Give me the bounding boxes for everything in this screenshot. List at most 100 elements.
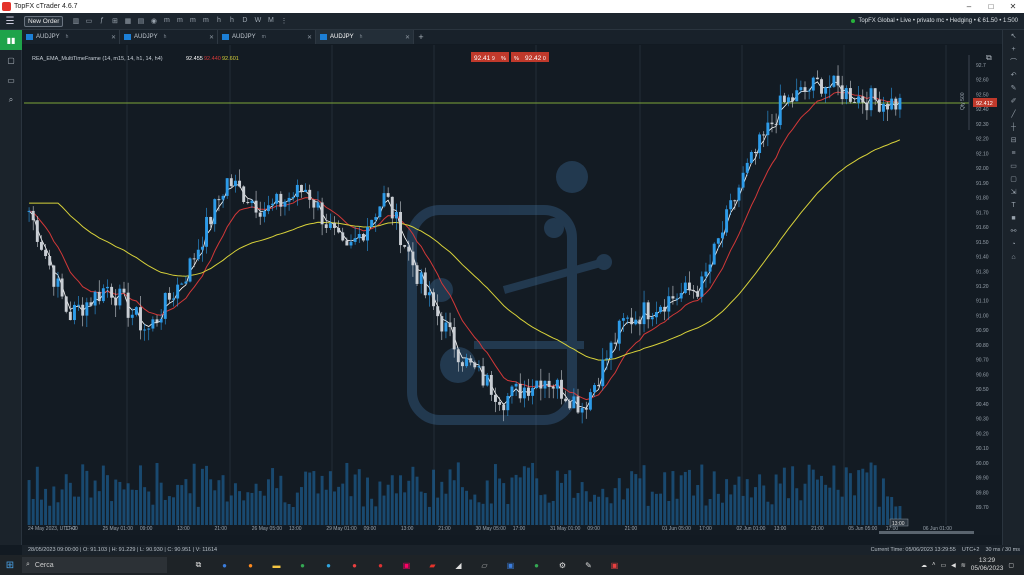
trade-icon[interactable]: ▮▮ <box>0 30 22 50</box>
taskbar-clock[interactable]: 13:29 05/06/2023 <box>971 557 1004 573</box>
pattern-icon[interactable]: ▦ <box>121 17 134 25</box>
text-icon[interactable]: T <box>1003 199 1024 212</box>
price-chart[interactable]: 92.41 9 % % 92.42 0 REA_EMA_MultiTimeFra… <box>24 45 1001 535</box>
chart-type-icon[interactable]: ▥ <box>69 17 82 25</box>
app-icon[interactable]: ✎ <box>577 556 600 574</box>
close-tab-icon[interactable]: ✕ <box>405 34 410 41</box>
settings-icon[interactable]: ⚙ <box>551 556 574 574</box>
rectangle-icon[interactable]: ▭ <box>1003 160 1024 173</box>
close-tab-icon[interactable]: ✕ <box>111 34 116 41</box>
indicator-label[interactable]: REA_EMA_MultiTimeFrame (14, m15, 14, h1,… <box>32 56 163 62</box>
timeframe-icon[interactable]: m <box>262 34 268 40</box>
tab-chart-1[interactable]: AUDJPY h ✕ <box>22 30 120 44</box>
account-info[interactable]: TopFX Global • Live • privato mc • Hedgi… <box>851 18 1018 24</box>
tab-chart-4[interactable]: AUDJPY h ✕ <box>316 30 414 44</box>
layout-icon[interactable]: ▤ <box>134 17 147 25</box>
cloud-icon[interactable]: ☁ <box>921 562 927 569</box>
settings-icon[interactable]: ⋮ <box>277 17 290 25</box>
app-icon[interactable]: ▱ <box>473 556 496 574</box>
fibonacci-icon[interactable]: ≡ <box>1003 147 1024 160</box>
price-axis[interactable]: 92.7 92.60 92.50 92.40 92.30 92.20 92.10 92.00 9… <box>976 63 989 511</box>
window-title: TopFX cTrader 4.6.7 <box>14 3 78 10</box>
timeframe-h1-icon[interactable]: h <box>212 17 225 25</box>
channel-icon[interactable]: ⊟ <box>1003 134 1024 147</box>
timezone[interactable]: UTC+2 <box>962 547 980 553</box>
line-icon[interactable]: ╱ <box>1003 108 1024 121</box>
volume-bar <box>242 500 246 525</box>
file-explorer-icon[interactable]: ▬ <box>265 556 288 574</box>
alert-icon[interactable]: ⌂ <box>1003 251 1024 264</box>
add-tab-button[interactable]: + <box>414 30 428 44</box>
tab-chart-2[interactable]: AUDJPY h ✕ <box>120 30 218 44</box>
horizontal-scrollbar[interactable] <box>879 531 974 534</box>
hline-icon[interactable]: ┼ <box>1003 121 1024 134</box>
eye-icon[interactable]: ◉ <box>147 17 160 25</box>
notifications-icon[interactable]: ▢ <box>1008 562 1014 569</box>
timeframe-h4-icon[interactable]: h <box>225 17 238 25</box>
copy-icon[interactable]: ▢ <box>0 50 22 70</box>
timeframe-icon[interactable]: ▭ <box>82 17 95 25</box>
edge-icon[interactable]: ● <box>317 556 340 574</box>
topfx-icon[interactable]: ▰ <box>421 556 444 574</box>
close-tab-icon[interactable]: ✕ <box>307 34 312 41</box>
maximize-icon[interactable]: □ <box>980 2 1002 11</box>
timeframe-m30-icon[interactable]: m <box>199 17 212 25</box>
timeframe-m15-icon[interactable]: m <box>186 17 199 25</box>
arrow-icon[interactable]: ⇲ <box>1003 186 1024 199</box>
chart-area[interactable]: 92.41 9 % % 92.42 0 REA_EMA_MultiTimeFra… <box>24 45 1001 535</box>
firefox-icon[interactable]: ● <box>239 556 262 574</box>
timeframe-m1-icon[interactable]: m <box>160 17 173 25</box>
crosshair-icon[interactable]: + <box>1003 43 1024 56</box>
popout-icon[interactable]: ⧉ <box>986 53 992 62</box>
app-icon[interactable]: ● <box>369 556 392 574</box>
timeframe-icon[interactable]: h <box>66 34 71 40</box>
app-icon[interactable]: ▣ <box>395 556 418 574</box>
analyze-icon[interactable]: ▭ <box>0 70 22 90</box>
app-icon[interactable]: ▣ <box>603 556 626 574</box>
app-icon[interactable]: ● <box>343 556 366 574</box>
timeframe-mn-icon[interactable]: M <box>264 17 277 25</box>
minimize-icon[interactable]: – <box>958 2 980 11</box>
candle-body <box>361 233 365 241</box>
new-order-button[interactable]: New Order <box>24 15 64 27</box>
candle-body <box>316 202 320 208</box>
indicator-value-2: 92.440 <box>204 56 221 62</box>
chrome-icon[interactable]: ● <box>291 556 314 574</box>
task-view-icon[interactable]: ⧉ <box>187 556 210 574</box>
wifi-icon[interactable]: ≋ <box>961 562 966 569</box>
cursor-icon[interactable]: ↖ <box>1003 30 1024 43</box>
taskbar-search[interactable]: ⌕ Cerca <box>22 557 167 573</box>
app-icon[interactable]: ▣ <box>499 556 522 574</box>
close-tab-icon[interactable]: ✕ <box>209 34 214 41</box>
time-axis[interactable]: 24 May 2023, UTC+217:00 25 May 01:00 09:00… <box>28 526 952 532</box>
magnet-icon[interactable]: ⌒ <box>1003 56 1024 69</box>
pencil-icon[interactable]: ✎ <box>1003 82 1024 95</box>
windows-start-icon[interactable]: ⊞ <box>0 560 20 571</box>
timeframe-icon[interactable]: h <box>360 34 365 40</box>
tray-chevron-icon[interactable]: ˄ <box>932 562 936 568</box>
note-icon[interactable]: ■ <box>1003 212 1024 225</box>
brush-icon[interactable]: ✐ <box>1003 95 1024 108</box>
search-icon[interactable]: ⌕ <box>0 90 22 110</box>
close-icon[interactable]: ✕ <box>1002 2 1024 11</box>
timeframe-icon[interactable]: h <box>164 34 169 40</box>
chrome-icon[interactable]: ● <box>525 556 548 574</box>
eye-icon[interactable]: ◔ <box>1003 238 1024 251</box>
app-icon[interactable]: ◢ <box>447 556 470 574</box>
menu-icon[interactable]: ☰ <box>0 16 20 27</box>
app-icon[interactable]: ● <box>213 556 236 574</box>
timeframe-d1-icon[interactable]: D <box>238 17 251 25</box>
network-icon[interactable]: ▭ <box>940 562 946 569</box>
link-icon[interactable]: ⚯ <box>1003 225 1024 238</box>
tab-chart-3[interactable]: AUDJPY m ✕ <box>218 30 316 44</box>
indicators-icon[interactable]: ƒ <box>95 17 108 25</box>
grid-icon[interactable]: ⊞ <box>108 17 121 25</box>
volume-bar <box>815 479 819 525</box>
volume-icon[interactable]: ◀ <box>951 562 956 569</box>
callout-icon[interactable]: ▢ <box>1003 173 1024 186</box>
timeframe-m5-icon[interactable]: m <box>173 17 186 25</box>
timeframe-w1-icon[interactable]: W <box>251 17 264 25</box>
volume-bar <box>857 470 861 525</box>
qty-label[interactable]: Qty 500 <box>960 92 966 110</box>
undo-icon[interactable]: ↶ <box>1003 69 1024 82</box>
